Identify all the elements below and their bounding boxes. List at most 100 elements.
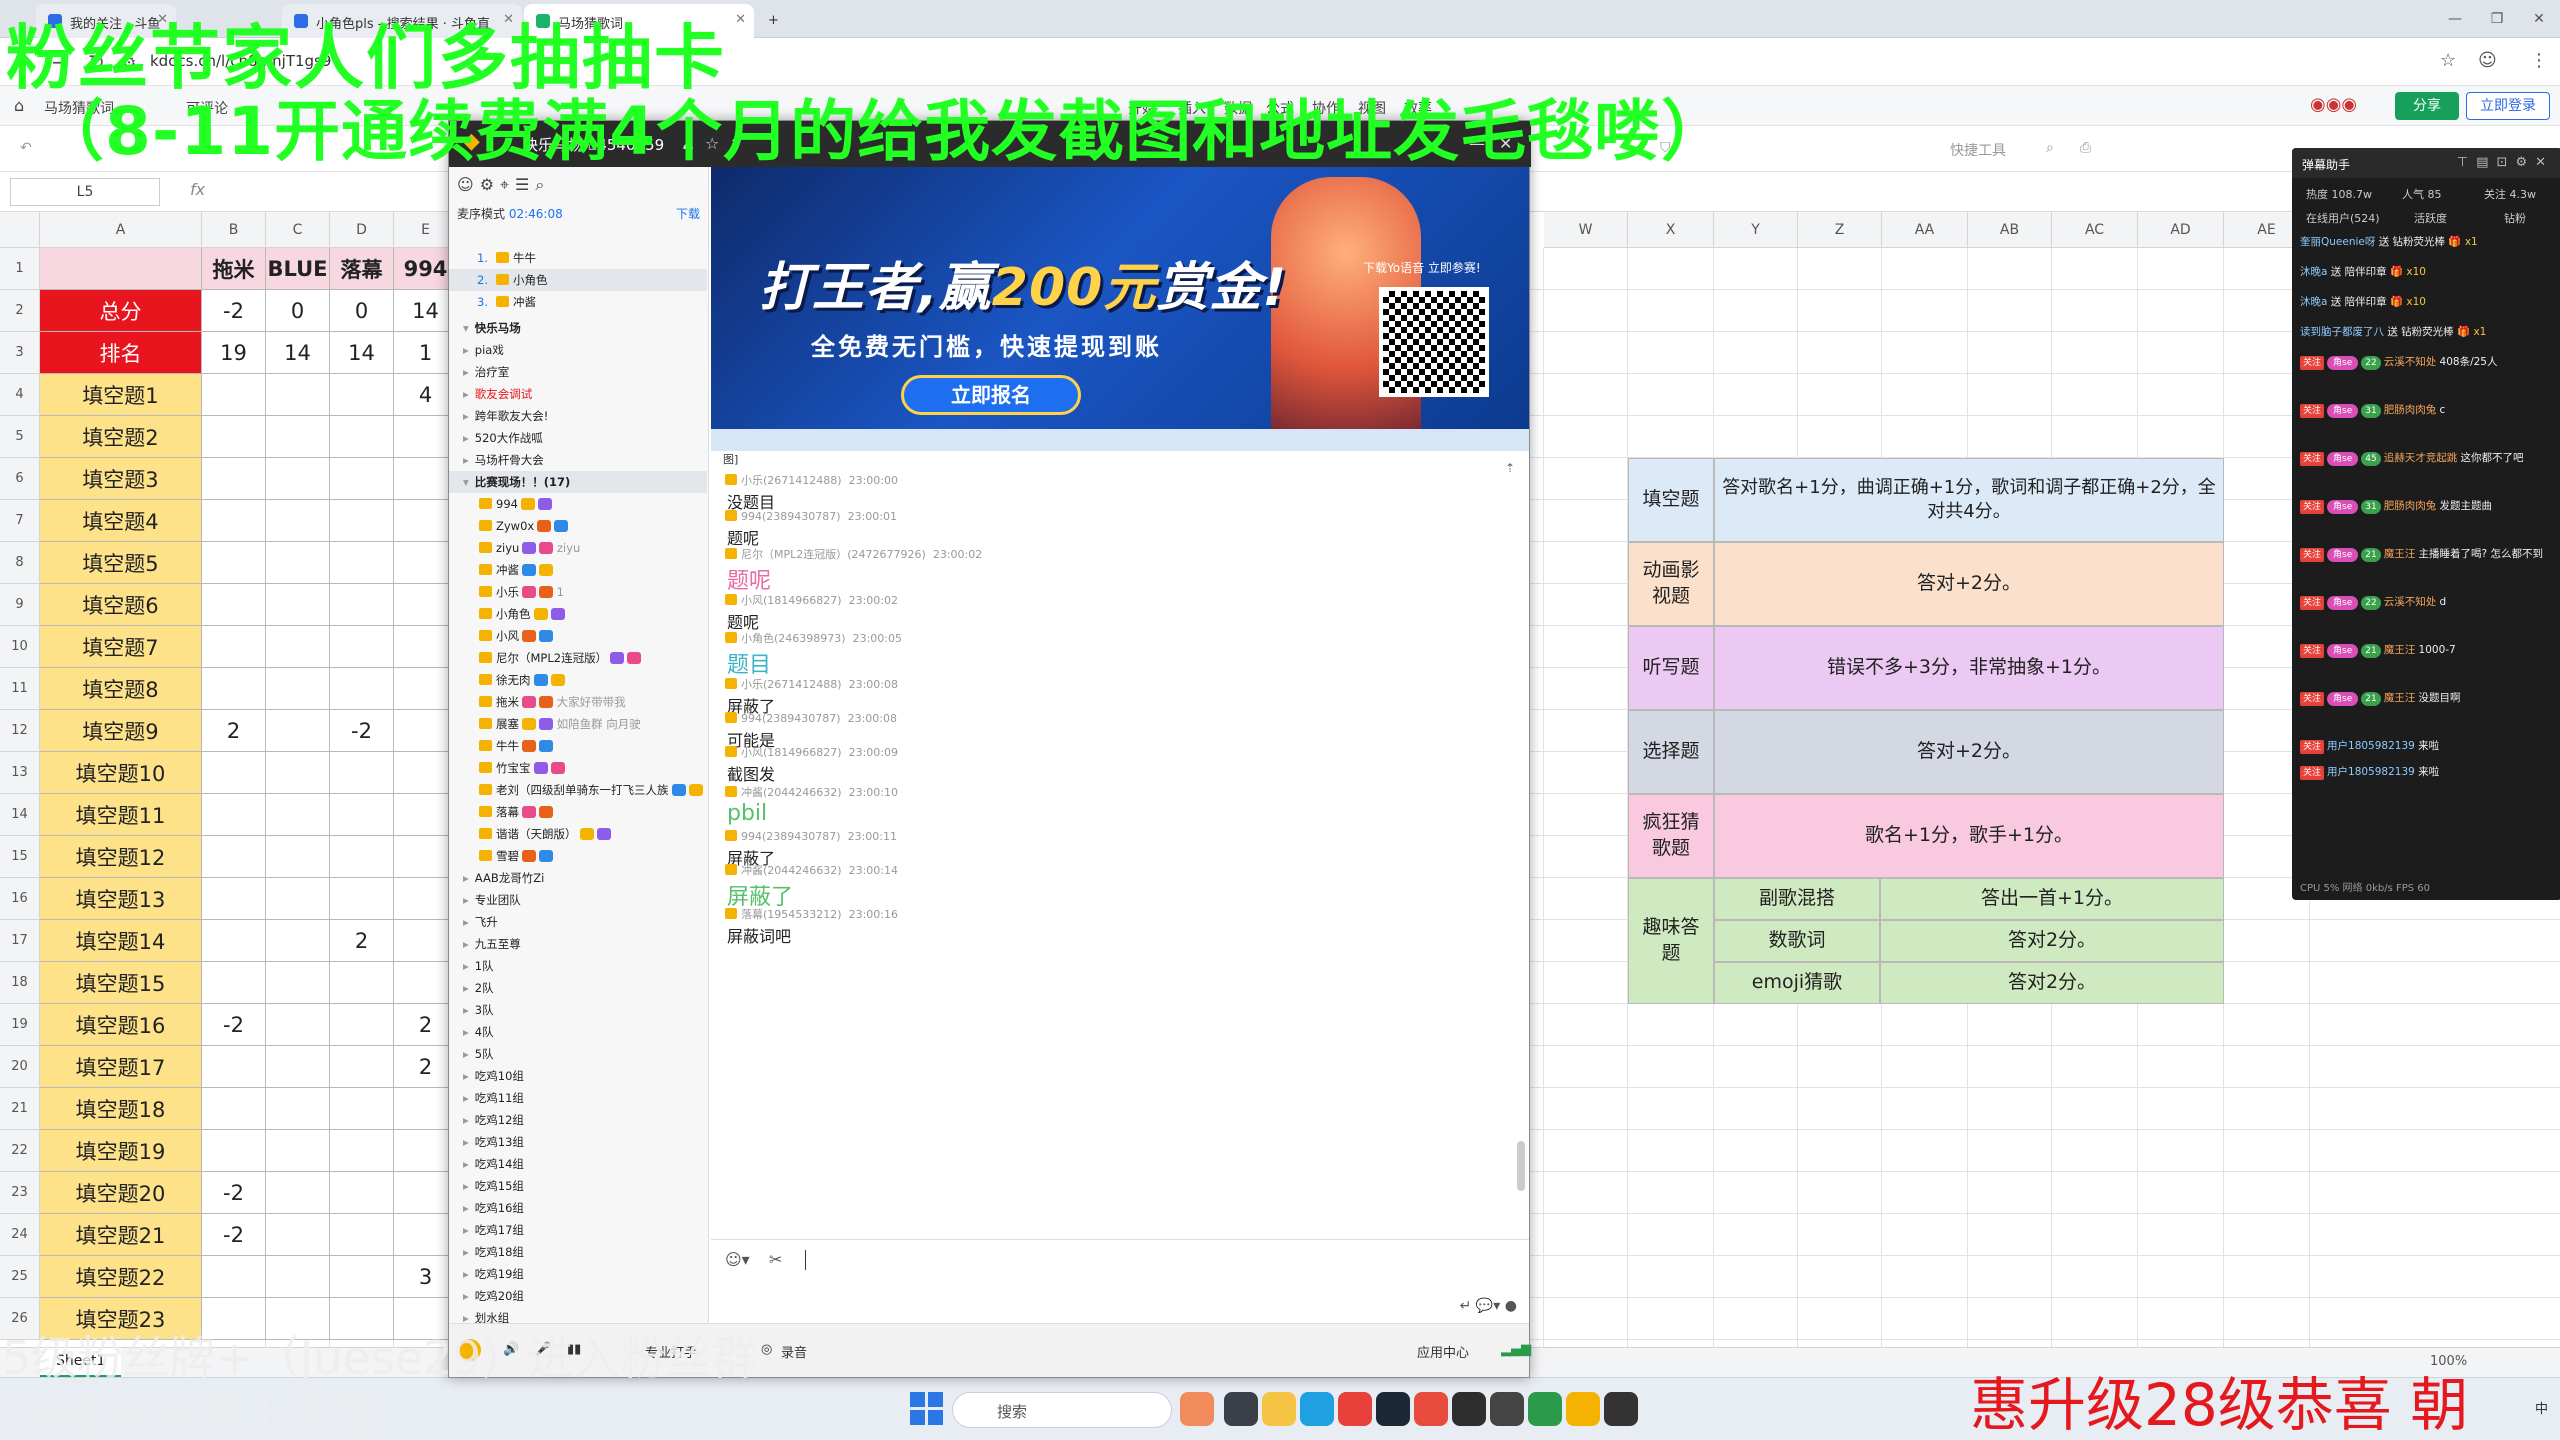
question-label-cell[interactable]: 填空题12 — [40, 836, 202, 878]
member-item[interactable]: 冲酱 — [449, 559, 707, 581]
record-label[interactable]: 录音 — [781, 1342, 807, 1361]
column-header-ac[interactable]: AC — [2052, 212, 2138, 248]
danmu-line[interactable]: 沐晚a 送 陪伴印章 🎁 x10 — [2300, 294, 2556, 318]
score-cell[interactable] — [330, 542, 394, 584]
rule-fun-text[interactable]: 答对2分。 — [1880, 920, 2224, 962]
channel-item[interactable]: ▸ 3队 — [449, 999, 707, 1021]
question-label-cell[interactable]: 填空题14 — [40, 920, 202, 962]
question-label-cell[interactable]: 填空题2 — [40, 416, 202, 458]
danmu-user[interactable]: 魔王汪 — [2384, 692, 2416, 704]
member-item[interactable]: 谐谐（天朗版） — [449, 823, 707, 845]
channel-item[interactable]: ▸ 吃鸡11组 — [449, 1087, 707, 1109]
total-score-cell[interactable]: 0 — [330, 290, 394, 332]
score-cell[interactable] — [202, 668, 266, 710]
rule-fun-name[interactable]: emoji猜歌 — [1714, 962, 1880, 1004]
score-cell[interactable] — [266, 416, 330, 458]
column-header-a[interactable]: A — [40, 212, 202, 248]
row-header[interactable]: 12 — [0, 710, 40, 752]
member-item[interactable]: 徐无肉 — [449, 669, 707, 691]
danmu-tab-online[interactable]: 在线用户(524) — [2306, 210, 2380, 226]
score-cell[interactable] — [330, 1214, 394, 1256]
column-header-y[interactable]: Y — [1714, 212, 1798, 248]
doc-icon[interactable]: ▤ — [2476, 155, 2496, 170]
danmu-user[interactable]: 奎丽Queenie呀 — [2300, 236, 2375, 248]
queue-item[interactable]: 2. 小角色 — [449, 269, 707, 291]
danmu-user[interactable]: 肥肠肉肉兔 — [2384, 404, 2437, 416]
row-header[interactable]: 15 — [0, 836, 40, 878]
windows-start-icon[interactable] — [910, 1392, 944, 1426]
score-cell[interactable] — [202, 836, 266, 878]
close-icon[interactable]: ✕ — [2535, 155, 2554, 170]
scroll-to-top-icon[interactable]: ⇡ — [1505, 461, 1515, 475]
player-header-cell[interactable]: 拖米 — [202, 248, 266, 290]
rule-label-anime[interactable]: 动画影视题 — [1628, 542, 1714, 626]
member-item[interactable]: 小风 — [449, 625, 707, 647]
channel-item[interactable]: ▸ 吃鸡10组 — [449, 1065, 707, 1087]
rank-cell[interactable]: 19 — [202, 332, 266, 374]
rule-label-crazy[interactable]: 疯狂猜歌题 — [1628, 794, 1714, 878]
score-cell[interactable] — [330, 752, 394, 794]
score-value-cell[interactable]: -2 — [202, 1214, 266, 1256]
pin-icon[interactable]: ⊤ — [2457, 155, 2476, 170]
danmu-line[interactable]: 关注 角se 21 魔王汪 1000-7 — [2300, 642, 2556, 666]
score-cell[interactable] — [202, 542, 266, 584]
score-cell[interactable] — [202, 626, 266, 668]
member-item[interactable]: 竹宝宝 — [449, 757, 707, 779]
steam-icon[interactable] — [1376, 1392, 1410, 1426]
user-icon[interactable]: ☺ — [457, 175, 480, 194]
row-header[interactable]: 17 — [0, 920, 40, 962]
score-value-cell[interactable]: -2 — [202, 1172, 266, 1214]
channel-item[interactable]: ▾ 快乐马场 — [449, 317, 707, 339]
rule-fun-name[interactable]: 数歌词 — [1714, 920, 1880, 962]
wps-icon[interactable] — [1338, 1392, 1372, 1426]
score-cell[interactable] — [266, 1214, 330, 1256]
score-cell[interactable] — [266, 374, 330, 416]
channel-item[interactable]: ▾ 比赛现场！！(17) — [449, 471, 707, 493]
danmu-user[interactable]: 云溪不知处 — [2384, 596, 2437, 608]
row-header[interactable]: 14 — [0, 794, 40, 836]
message-sender[interactable]: 落幕(1954533212) — [741, 908, 842, 921]
enter-icon[interactable]: ↵ — [1460, 1298, 1472, 1314]
chat-message[interactable]: 994(2389430787) 23:00:01 题呢 — [725, 509, 1485, 549]
score-cell[interactable] — [330, 1130, 394, 1172]
row-header[interactable]: 25 — [0, 1256, 40, 1298]
rule-label-fun[interactable]: 趣味答题 — [1628, 878, 1714, 1004]
settings-icon[interactable]: ⚙ — [480, 175, 500, 194]
score-value-cell[interactable]: -2 — [202, 1004, 266, 1046]
score-cell[interactable] — [266, 794, 330, 836]
channel-item[interactable]: ▸ 划水组 — [449, 1307, 707, 1323]
app-icon[interactable] — [1180, 1392, 1214, 1426]
print-icon[interactable]: ⎙ — [2080, 140, 2091, 156]
rule-label-choice[interactable]: 选择题 — [1628, 710, 1714, 794]
score-cell[interactable] — [202, 878, 266, 920]
danmu-user[interactable]: 沐晚a — [2300, 266, 2327, 278]
location-icon[interactable]: ⌖ — [500, 175, 515, 194]
danmu-line[interactable]: 关注 用户1805982139 来啦 — [2300, 764, 2556, 788]
row-header[interactable]: 21 — [0, 1088, 40, 1130]
player-header-cell[interactable]: 落幕 — [330, 248, 394, 290]
question-label-cell[interactable]: 填空题6 — [40, 584, 202, 626]
channel-item[interactable]: ▸ 治疗室 — [449, 361, 707, 383]
row-header[interactable]: 20 — [0, 1046, 40, 1088]
score-cell[interactable] — [330, 836, 394, 878]
header-corner-cell[interactable] — [40, 248, 202, 290]
message-sender[interactable]: 994(2389430787) — [741, 830, 841, 843]
row-header[interactable]: 11 — [0, 668, 40, 710]
question-label-cell[interactable]: 填空题18 — [40, 1088, 202, 1130]
member-item[interactable]: 小角色 — [449, 603, 707, 625]
message-scrollbar[interactable] — [1517, 1141, 1525, 1191]
question-label-cell[interactable]: 填空题9 — [40, 710, 202, 752]
score-cell[interactable] — [202, 752, 266, 794]
channel-item[interactable]: ▸ 吃鸡13组 — [449, 1131, 707, 1153]
file-explorer-icon[interactable] — [1262, 1392, 1296, 1426]
score-cell[interactable] — [266, 458, 330, 500]
score-cell[interactable] — [330, 794, 394, 836]
download-link[interactable]: 下载 — [676, 205, 700, 222]
member-item[interactable]: 落幕 — [449, 801, 707, 823]
score-cell[interactable] — [330, 1088, 394, 1130]
row-header[interactable]: 16 — [0, 878, 40, 920]
score-cell[interactable] — [330, 668, 394, 710]
question-label-cell[interactable]: 填空题13 — [40, 878, 202, 920]
column-header-c[interactable]: C — [266, 212, 330, 248]
score-cell[interactable] — [202, 500, 266, 542]
